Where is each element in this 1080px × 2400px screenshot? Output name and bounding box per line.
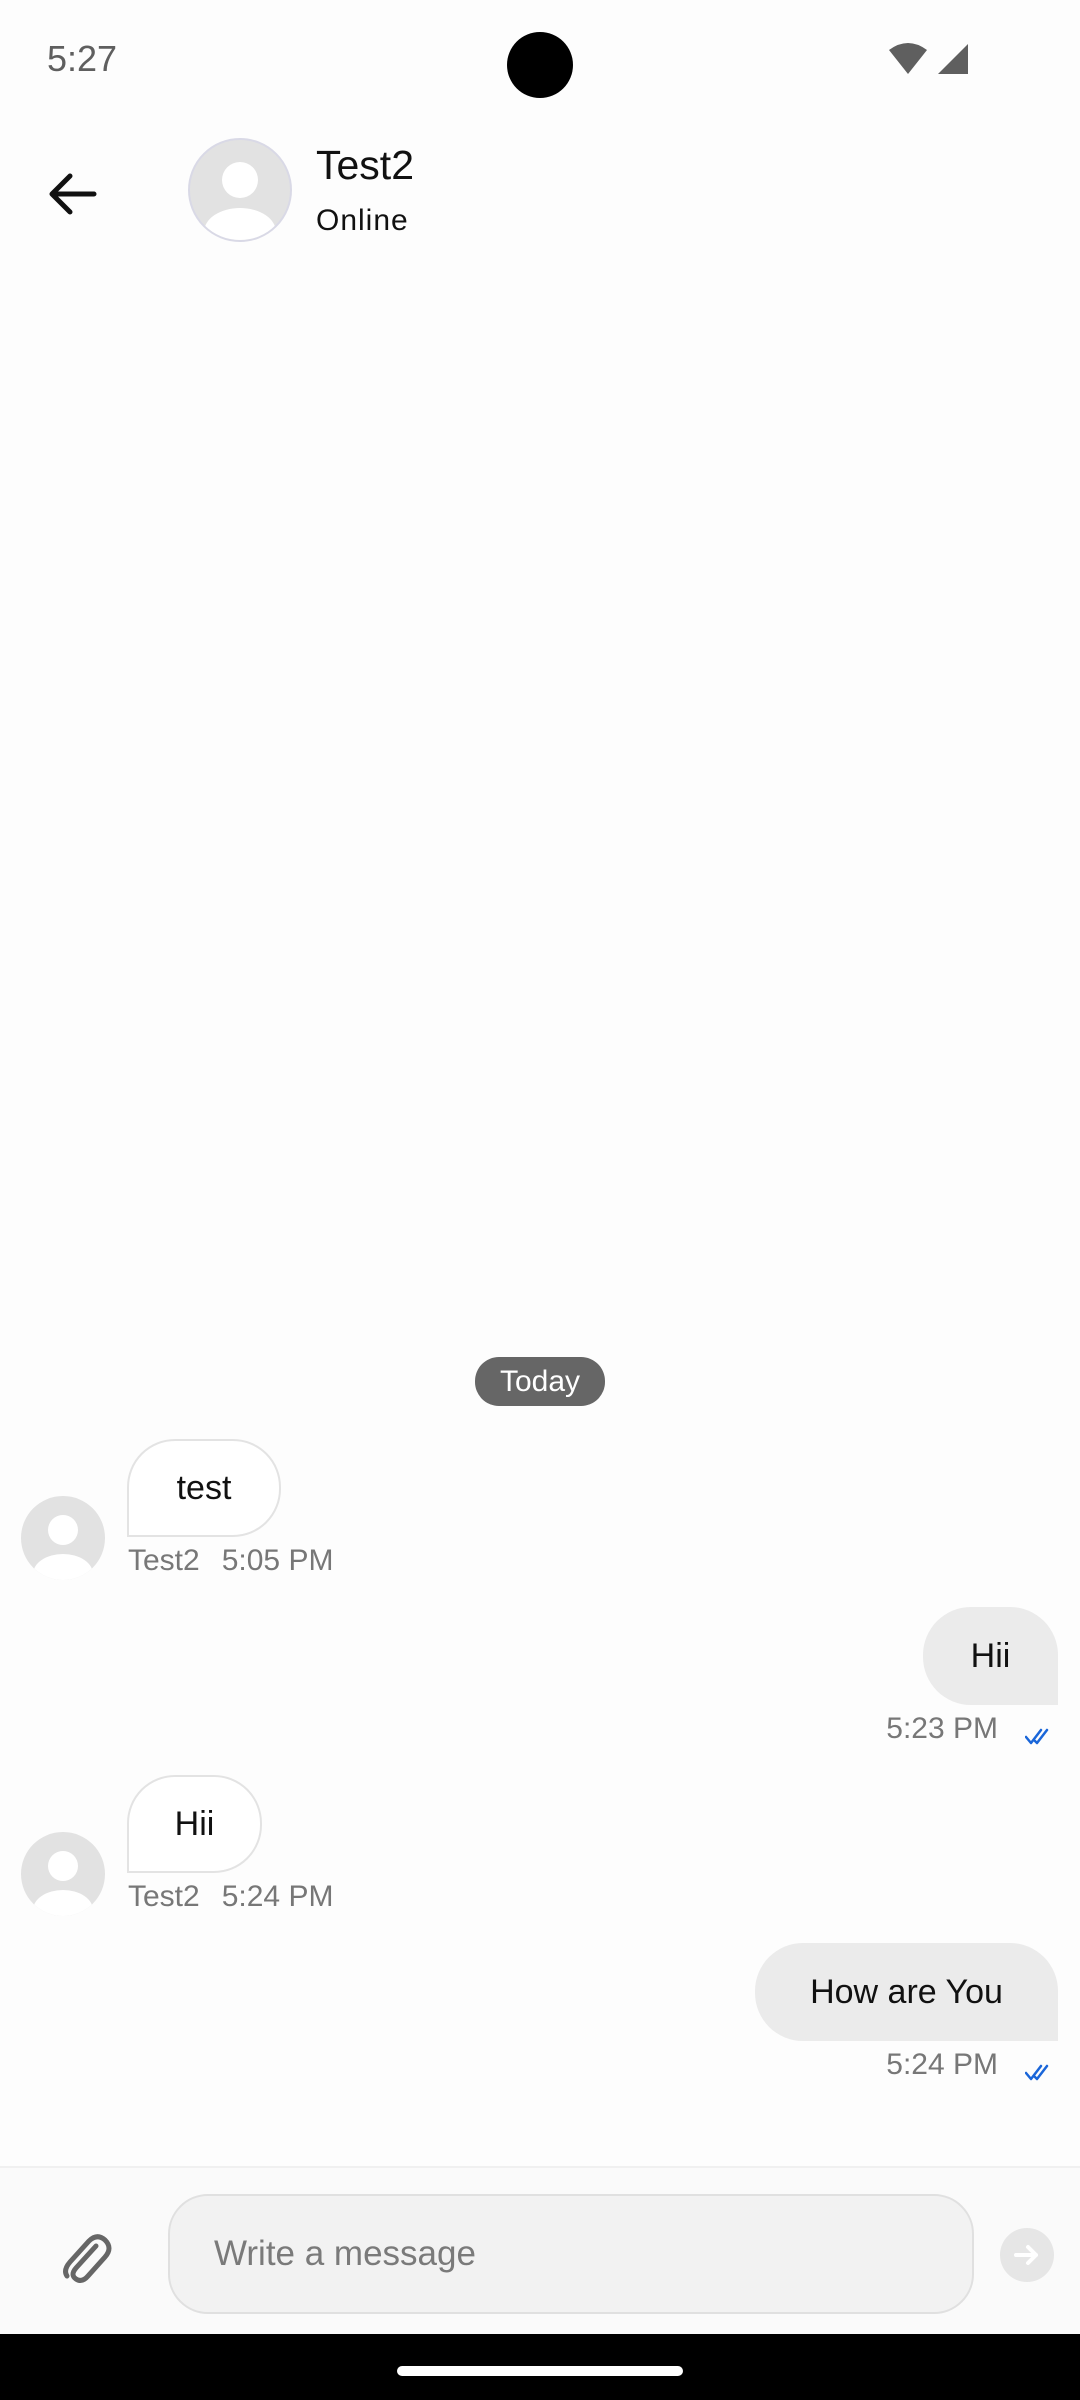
message-sender: Test2 <box>128 1880 200 1913</box>
status-bar: 5:27 <box>0 0 1080 120</box>
message-time: 5:05 PM <box>221 1544 334 1577</box>
message-bubble-incoming[interactable]: Hii <box>127 1775 262 1873</box>
message-meta: Test2 5:05 PM <box>128 1544 333 1578</box>
contact-status: Online <box>316 204 409 237</box>
date-separator: Today <box>475 1357 605 1406</box>
signal-icon <box>938 44 968 74</box>
message-time: 5:24 PM <box>886 2048 998 2081</box>
message-time: 5:23 PM <box>886 1712 998 1745</box>
avatar-icon <box>33 1851 93 1916</box>
message-time: 5:24 PM <box>221 1880 334 1913</box>
sender-avatar <box>21 1832 105 1916</box>
camera-cutout <box>507 32 573 98</box>
send-button[interactable] <box>1000 2228 1054 2282</box>
avatar-icon <box>33 1515 93 1580</box>
double-check-icon <box>1025 1728 1049 1745</box>
contact-avatar[interactable] <box>188 138 292 242</box>
message-input[interactable] <box>170 2196 972 2312</box>
message-bubble-incoming[interactable]: test <box>127 1439 281 1537</box>
send-arrow-icon <box>1014 2245 1038 2265</box>
message-input-container[interactable] <box>168 2194 974 2314</box>
system-navigation-bar <box>0 2334 1080 2400</box>
contact-name[interactable]: Test2 <box>316 142 414 189</box>
message-bubble-outgoing[interactable]: How are You <box>755 1943 1058 2041</box>
wifi-icon <box>889 43 927 74</box>
status-time: 5:27 <box>47 38 118 79</box>
home-indicator[interactable] <box>397 2366 683 2376</box>
message-meta: Test2 5:24 PM <box>128 1880 333 1914</box>
double-check-icon <box>1025 2064 1049 2081</box>
message-sender: Test2 <box>128 1544 200 1577</box>
chat-header: Test2 Online <box>0 120 1080 265</box>
message-composer <box>0 2166 1080 2336</box>
sender-avatar <box>21 1496 105 1580</box>
avatar-icon <box>204 162 276 240</box>
message-bubble-outgoing[interactable]: Hii <box>923 1607 1058 1705</box>
back-arrow-icon[interactable] <box>44 166 100 222</box>
paperclip-icon[interactable] <box>58 2228 112 2284</box>
